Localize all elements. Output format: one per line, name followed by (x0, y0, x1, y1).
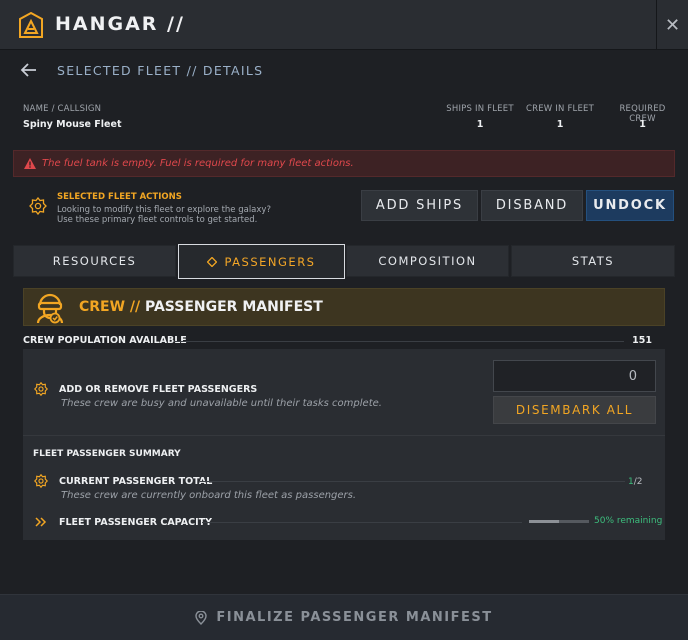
breadcrumb: SELECTED FLEET // DETAILS (57, 62, 264, 78)
warning-icon (24, 158, 36, 169)
tab-resources[interactable]: RESOURCES (13, 245, 176, 277)
ships-count: 1 (476, 119, 484, 130)
capacity-bar-fill (529, 520, 559, 523)
ships-label: SHIPS IN FLEET (446, 104, 514, 114)
add-remove-desc: These crew are busy and unavailable unti… (61, 398, 382, 409)
disembark-all-button[interactable]: DISEMBARK ALL (493, 396, 656, 424)
actions-title: SELECTED FLEET ACTIONS (57, 192, 182, 202)
undock-button[interactable]: UNDOCK (586, 190, 674, 221)
current-total-max: 2 (636, 477, 643, 487)
actions-desc-line2: Use these primary fleet controls to get … (57, 215, 258, 225)
current-total-value: 1/2 (628, 477, 643, 487)
diamond-icon (207, 256, 218, 267)
passenger-quantity-input[interactable] (493, 360, 656, 392)
add-remove-title: ADD OR REMOVE FLEET PASSENGERS (59, 384, 258, 395)
actions-description: Looking to modify this fleet or explore … (57, 205, 277, 225)
population-track (174, 341, 624, 342)
add-ships-button[interactable]: ADD SHIPS (361, 190, 478, 221)
fuel-alert: The fuel tank is empty. Fuel is required… (13, 150, 675, 177)
manifest-tag: CREW // (79, 299, 141, 315)
capacity-track (202, 522, 522, 523)
fleet-name: Spiny Mouse Fleet (23, 119, 122, 130)
population-value: 151 (632, 335, 652, 346)
crew-helmet-icon (36, 293, 64, 324)
crew-count: 1 (556, 119, 564, 130)
alert-text: The fuel tank is empty. Fuel is required… (42, 158, 354, 169)
close-icon: ✕ (664, 14, 681, 36)
finalize-manifest-button[interactable]: FINALIZE PASSENGER MANIFEST (0, 594, 688, 640)
close-button[interactable]: ✕ (656, 0, 688, 50)
hangar-emblem-icon (19, 12, 43, 38)
tab-composition[interactable]: COMPOSITION (346, 245, 509, 277)
disband-button[interactable]: DISBAND (481, 190, 583, 221)
gear-icon (29, 197, 47, 215)
divider (23, 435, 665, 436)
capacity-bar (529, 520, 589, 523)
capacity-remaining: 50% remaining (594, 516, 663, 526)
current-total-desc: These crew are currently onboard this fl… (61, 490, 357, 501)
back-nav[interactable]: SELECTED FLEET // DETAILS (20, 58, 263, 82)
manifest-header: CREW // PASSENGER MANIFEST (23, 288, 665, 326)
location-pin-icon (195, 610, 208, 625)
window-title: HANGAR // (55, 13, 185, 35)
title-bar: HANGAR // ✕ (0, 0, 688, 50)
population-label: CREW POPULATION AVAILABLE (23, 335, 187, 346)
required-count: 1 (639, 119, 646, 130)
capacity-title: FLEET PASSENGER CAPACITY (59, 517, 212, 528)
finalize-label: FINALIZE PASSENGER MANIFEST (216, 610, 493, 625)
gear-icon (34, 474, 48, 488)
chevron-double-right-icon (35, 517, 47, 527)
actions-desc-line1: Looking to modify this fleet or explore … (57, 205, 271, 215)
tab-passengers[interactable]: PASSENGERS (178, 244, 345, 279)
current-total-track (200, 481, 625, 482)
crew-label: CREW IN FLEET (525, 104, 595, 114)
gear-icon (34, 382, 48, 396)
summary-title: FLEET PASSENGER SUMMARY (33, 449, 181, 459)
current-total-title: CURRENT PASSENGER TOTAL (59, 476, 213, 487)
manifest-title: PASSENGER MANIFEST (145, 299, 323, 315)
tab-stats[interactable]: STATS (511, 245, 675, 277)
name-label: NAME / CALLSIGN (23, 104, 102, 114)
back-arrow-icon[interactable] (20, 61, 38, 79)
tab-passengers-label: PASSENGERS (224, 254, 316, 269)
